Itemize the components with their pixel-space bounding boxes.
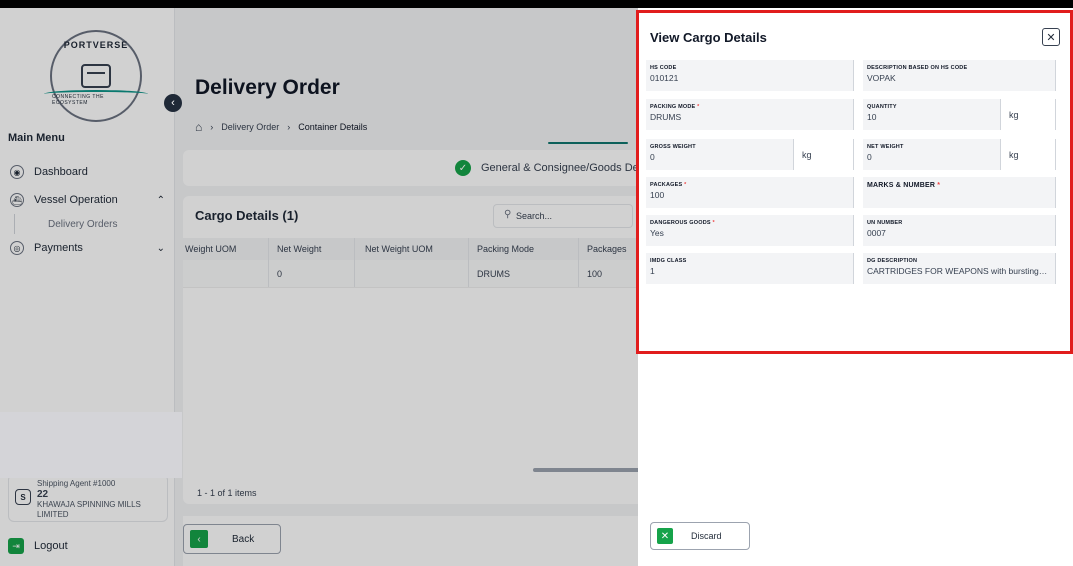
field-value: CARTRIDGES FOR WEAPONS with bursting ch.… [867, 266, 1049, 276]
hs-code-field: HS CODE 010121 [646, 60, 854, 91]
field-label-text: DANGEROUS GOODS [650, 220, 711, 226]
field-value: 0007 [867, 228, 886, 238]
overlay-block [0, 412, 182, 478]
discard-button[interactable]: ✕ Discard [650, 522, 750, 550]
gross-weight-unit: kg [794, 139, 854, 170]
un-number-field: UN NUMBER 0007 [863, 215, 1056, 246]
field-label: MARKS & NUMBER * [867, 182, 1049, 189]
packing-mode-field: PACKING MODE * DRUMS [646, 99, 854, 130]
field-value: 0 [867, 152, 872, 162]
discard-label: Discard [691, 531, 722, 541]
packages-field: PACKAGES * 100 [646, 177, 854, 208]
app-frame: PORTVERSE CONNECTING THE ECOSYSTEM Main … [0, 8, 1073, 566]
drawer-title: View Cargo Details [650, 30, 767, 45]
quantity-field: QUANTITY 10 [863, 99, 1001, 130]
imdg-class-field: IMDG CLASS 1 [646, 253, 854, 284]
required-mark: * [684, 182, 687, 188]
field-label: GROSS WEIGHT [650, 144, 696, 150]
field-value: VOPAK [867, 73, 896, 83]
required-mark: * [697, 104, 700, 110]
field-label: UN NUMBER [867, 220, 903, 226]
field-label: HS CODE [650, 65, 677, 71]
field-label: NET WEIGHT [867, 144, 904, 150]
field-value: DRUMS [650, 112, 682, 122]
gross-weight-field: GROSS WEIGHT 0 [646, 139, 794, 170]
collapse-sidebar-button[interactable]: ‹ [164, 94, 182, 112]
field-label: QUANTITY [867, 104, 897, 110]
marks-number-field: MARKS & NUMBER * [863, 177, 1056, 208]
field-value: 100 [650, 190, 665, 200]
field-label: PACKING MODE * [650, 104, 847, 110]
field-label: DANGEROUS GOODS * [650, 220, 847, 226]
field-label: PACKAGES * [650, 182, 847, 188]
field-value: 010121 [650, 73, 679, 83]
required-mark: * [712, 220, 715, 226]
field-value: 10 [867, 112, 877, 122]
field-value: Yes [650, 228, 664, 238]
description-field: DESCRIPTION BASED ON HS CODE VOPAK [863, 60, 1056, 91]
field-label-text: PACKAGES [650, 182, 683, 188]
field-label-text: PACKING MODE [650, 104, 696, 110]
field-label: DG DESCRIPTION [867, 258, 918, 264]
field-label-text: MARKS & NUMBER [867, 182, 936, 189]
net-weight-unit: kg [1001, 139, 1056, 170]
field-value: 1 [650, 266, 655, 276]
quantity-unit: kg [1001, 99, 1056, 130]
field-value: 0 [650, 152, 655, 162]
close-icon[interactable]: ✕ [1042, 28, 1060, 46]
dangerous-goods-field: DANGEROUS GOODS * Yes [646, 215, 854, 246]
net-weight-field: NET WEIGHT 0 [863, 139, 1001, 170]
dg-description-field: DG DESCRIPTION CARTRIDGES FOR WEAPONS wi… [863, 253, 1056, 284]
modal-overlay[interactable] [0, 8, 638, 566]
field-label: IMDG CLASS [650, 258, 687, 264]
field-label: DESCRIPTION BASED ON HS CODE [867, 65, 968, 71]
required-mark: * [937, 182, 941, 189]
close-icon: ✕ [657, 528, 673, 544]
view-cargo-details-drawer: View Cargo Details ✕ HS CODE 010121 DESC… [638, 8, 1073, 566]
